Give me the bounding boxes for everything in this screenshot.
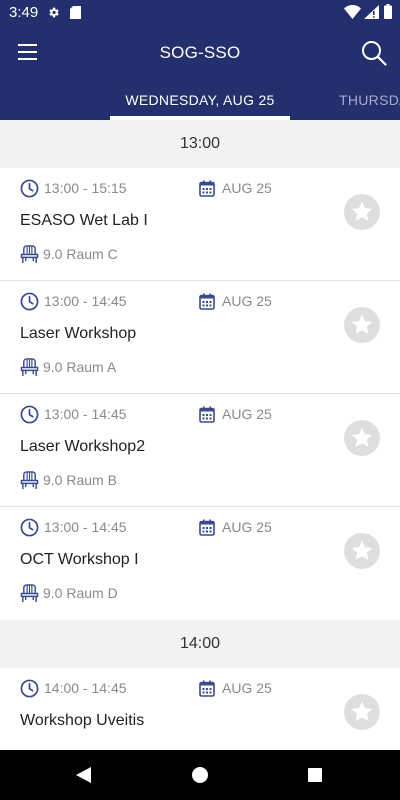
session-title: OCT Workshop I <box>20 551 139 568</box>
recents-icon[interactable] <box>308 768 322 782</box>
back-icon[interactable] <box>75 766 92 784</box>
calendar-icon <box>199 406 215 423</box>
session-date: AUG 25 <box>222 519 272 535</box>
chair-icon <box>20 584 39 603</box>
clock-icon <box>20 405 39 424</box>
favorite-star-icon[interactable] <box>344 420 380 456</box>
time-section-header: 14:00 <box>0 620 400 668</box>
app-title: SOG-SSO <box>159 43 241 62</box>
session-date: AUG 25 <box>222 406 272 422</box>
chair-icon <box>20 245 39 264</box>
tab-wednesday[interactable]: WEDNESDAY, AUG 25 <box>110 92 290 108</box>
session-title: Laser Workshop2 <box>20 438 146 455</box>
battery-icon <box>384 4 392 19</box>
favorite-star-icon[interactable] <box>344 694 380 730</box>
session-time: 13:00 - 14:45 <box>44 406 127 422</box>
session-room: 9.0 Raum A <box>43 359 117 375</box>
session-room: 9.0 Raum D <box>43 585 118 601</box>
settings-gear-icon <box>49 7 59 18</box>
session-item[interactable]: 13:00 - 15:15 AUG 25 ESASO Wet Lab I 9.0… <box>0 168 400 281</box>
session-room: 9.0 Raum B <box>43 472 117 488</box>
session-time: 13:00 - 14:45 <box>44 519 127 535</box>
calendar-icon <box>199 293 215 310</box>
wifi-icon <box>344 5 361 19</box>
session-time: 13:00 - 14:45 <box>44 293 127 309</box>
tab-thursday[interactable]: THURSDAY <box>339 92 400 108</box>
session-title: ESASO Wet Lab I <box>20 212 148 229</box>
session-date: AUG 25 <box>222 680 272 696</box>
session-date: AUG 25 <box>222 180 272 196</box>
clock-icon <box>20 179 39 198</box>
home-icon[interactable] <box>192 767 208 783</box>
session-date: AUG 25 <box>222 293 272 309</box>
favorite-star-icon[interactable] <box>344 194 380 230</box>
chair-icon <box>20 358 39 377</box>
session-time: 13:00 - 15:15 <box>44 180 127 196</box>
calendar-icon <box>199 180 215 197</box>
signal-icon <box>364 5 379 19</box>
system-nav-bar <box>0 750 400 800</box>
session-title: Laser Workshop <box>20 325 137 342</box>
session-item[interactable]: 13:00 - 14:45 AUG 25 Laser Workshop 9.0 … <box>0 281 400 394</box>
app-header: 3:49 SOG-SSO WEDNESDAY, AUG 25 THURSDAY <box>0 0 400 120</box>
status-bar: 3:49 <box>0 0 400 25</box>
clock-icon <box>20 292 39 311</box>
favorite-star-icon[interactable] <box>344 307 380 343</box>
calendar-icon <box>199 519 215 536</box>
session-room: 9.0 Raum C <box>43 246 118 262</box>
session-title: Workshop Uveitis <box>20 712 145 729</box>
session-time: 14:00 - 14:45 <box>44 680 127 696</box>
clock-icon <box>20 679 39 698</box>
session-item[interactable]: 13:00 - 14:45 AUG 25 OCT Workshop I 9.0 … <box>0 507 400 620</box>
chair-icon <box>20 471 39 490</box>
calendar-icon <box>199 680 215 697</box>
time-section-header: 13:00 <box>0 120 400 168</box>
status-time: 3:49 <box>9 4 39 21</box>
clock-icon <box>20 518 39 537</box>
search-icon[interactable] <box>360 39 388 67</box>
session-item[interactable]: 13:00 - 14:45 AUG 25 Laser Workshop2 9.0… <box>0 394 400 507</box>
session-item[interactable]: 14:00 - 14:45 AUG 25 Workshop Uveitis <box>0 668 400 750</box>
sd-card-icon <box>70 6 81 19</box>
favorite-star-icon[interactable] <box>344 533 380 569</box>
